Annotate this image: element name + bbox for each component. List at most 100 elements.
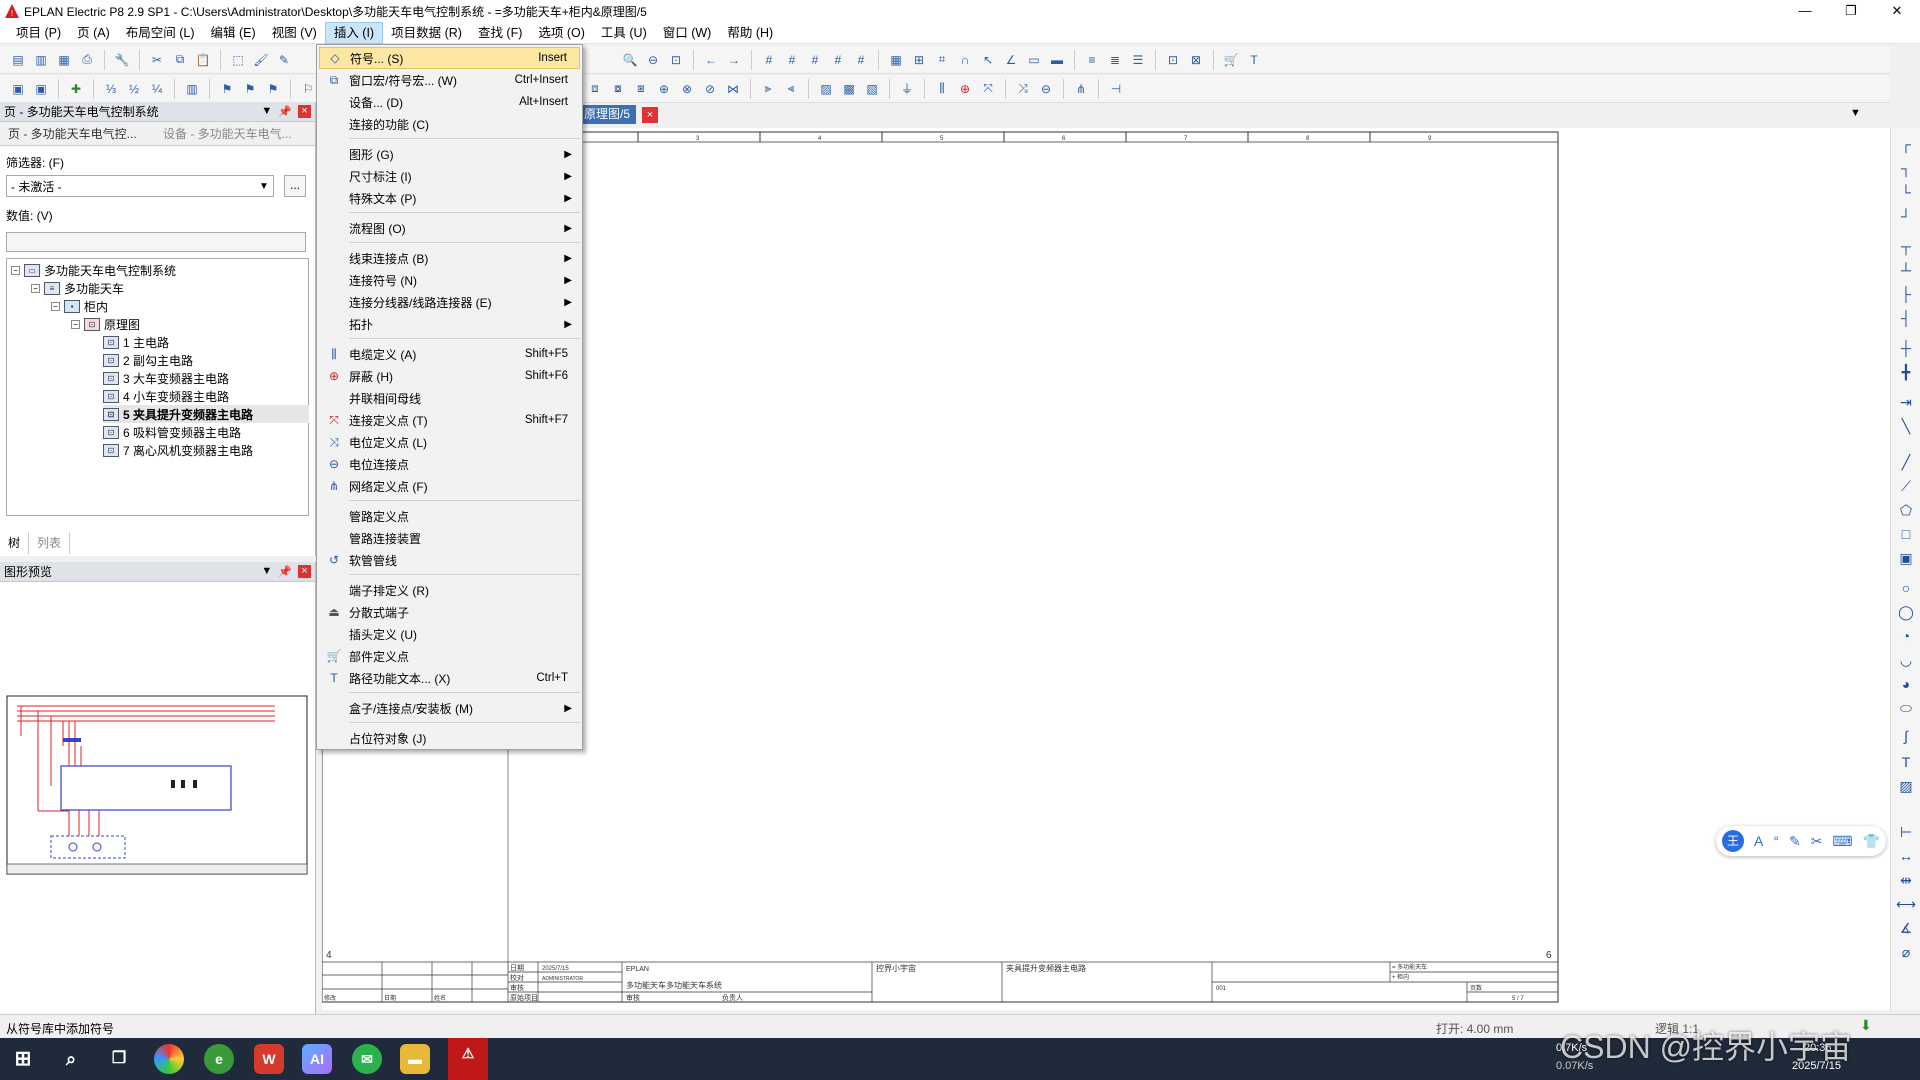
rectangle-icon[interactable]: ▬ (1047, 50, 1067, 70)
menu-item-hose[interactable]: ↺ 软管管线 (319, 549, 580, 571)
magnet-icon[interactable]: ∩ (955, 50, 975, 70)
close-window-button[interactable]: ✕ (1874, 0, 1920, 22)
menu-item-box-mounting-panel[interactable]: 盒子/连接点/安装板 (M) ▶ (319, 697, 580, 719)
plus-green-icon[interactable]: ✚ (66, 79, 86, 99)
lines-c-icon[interactable]: ☰ (1128, 50, 1148, 70)
tee-right-icon[interactable]: ├ (1896, 284, 1916, 304)
menu-item-topology[interactable]: 拓扑 ▶ (319, 313, 580, 335)
tee-down-icon[interactable]: ┬ (1896, 236, 1916, 256)
terminal-b-icon[interactable]: ⧇ (608, 79, 628, 99)
tab-pages[interactable]: 页 - 多功能天车电气控... (0, 122, 155, 145)
spline-icon[interactable]: ∫ (1896, 726, 1916, 746)
menu-item-harness-point[interactable]: 线束连接点 (B) ▶ (319, 247, 580, 269)
tree-item[interactable]: ⊡ 3 大车变频器主电路 (103, 369, 229, 387)
menu-item-network-definition[interactable]: ⋔ 网络定义点 (F) (319, 475, 580, 497)
menu-item-distributed-terminal[interactable]: ⏏ 分散式端子 (319, 601, 580, 623)
pin-icon[interactable]: 📌 (278, 565, 292, 578)
tree-item[interactable]: ⊡ 1 主电路 (103, 333, 169, 351)
screen-b-icon[interactable]: ▣ (31, 79, 51, 99)
angle-icon[interactable]: ∠ (1001, 50, 1021, 70)
terminal-a-icon[interactable]: ⧈ (585, 79, 605, 99)
new-project-icon[interactable]: ▤ (8, 50, 28, 70)
menu-item-placeholder-object[interactable]: 占位符对象 (J) (319, 727, 580, 749)
menu-item-splitter[interactable]: 连接分线器/线路连接器 (E) ▶ (319, 291, 580, 313)
grid-icon[interactable]: ▦ (886, 50, 906, 70)
frame-icon[interactable]: ▭ (1024, 50, 1044, 70)
lines-b-icon[interactable]: ≣ (1105, 50, 1125, 70)
hatch-b-icon[interactable]: ▩ (839, 79, 859, 99)
filter-more-button[interactable]: ... (284, 175, 306, 197)
keyboard-icon[interactable]: ⌨ (1832, 833, 1852, 850)
menu-project[interactable]: 项目 (P) (8, 22, 69, 44)
menu-item-connection-definition[interactable]: ⤧ 连接定义点 (T) Shift+F7 (319, 409, 580, 431)
macro-select-icon[interactable]: ⊠ (1186, 50, 1206, 70)
angle-dimension-icon[interactable]: ∡ (1896, 918, 1916, 938)
flag-d-icon[interactable]: ⚐ (298, 79, 318, 99)
dimension-c-icon[interactable]: ⟷ (1896, 894, 1916, 914)
paste-icon[interactable]: 📋 (193, 50, 213, 70)
hatch-a-icon[interactable]: ▨ (816, 79, 836, 99)
image-frame-icon[interactable]: ▣ (1896, 548, 1916, 568)
dimension-a-icon[interactable]: ↔ (1896, 846, 1916, 866)
circle-3p-icon[interactable]: ◯ (1896, 602, 1916, 622)
ellipse-icon[interactable]: ⬭ (1896, 698, 1916, 718)
menu-insert[interactable]: 插入 (I) (324, 21, 384, 44)
rectangle-icon[interactable]: □ (1896, 524, 1916, 544)
network-toolbar-icon[interactable]: ⋔ (1071, 79, 1091, 99)
menu-view[interactable]: 视图 (V) (264, 22, 325, 44)
close-pane-icon[interactable]: × (298, 565, 311, 578)
line-icon[interactable]: ╱ (1896, 452, 1916, 472)
windows-start-icon[interactable]: ⊞ (8, 1044, 38, 1074)
jump-icon[interactable]: ⇥ (1896, 392, 1916, 412)
bar-chart-icon[interactable]: ▥ (182, 79, 202, 99)
tree-item[interactable]: ⊡ 6 吸料管变频器主电路 (103, 423, 241, 441)
wechat-icon[interactable]: ✉ (352, 1044, 382, 1074)
corner-br-icon[interactable]: ┘ (1896, 206, 1916, 226)
grid-e-icon[interactable]: # (851, 50, 871, 70)
chrome-icon[interactable] (154, 1044, 184, 1074)
arc-3p-icon[interactable]: ◡ (1896, 650, 1916, 670)
corner-tl-icon[interactable]: ┌ (1896, 134, 1916, 154)
polygon-icon[interactable]: ⬠ (1896, 500, 1916, 520)
font-icon[interactable]: A (1754, 833, 1763, 849)
back-arrow-icon[interactable]: ← (701, 50, 721, 70)
tab-list[interactable]: 列表 (29, 532, 71, 554)
collapse-icon[interactable]: − (11, 265, 20, 275)
copy-icon[interactable]: ⧉ (170, 50, 190, 70)
open-project-icon[interactable]: ▥ (31, 50, 51, 70)
tree-item[interactable]: − ▭ 多功能天车电气控制系统 (11, 261, 176, 279)
menu-item-terminal-strip[interactable]: 端子排定义 (R) (319, 579, 580, 601)
ground-icon[interactable]: ⏚ (897, 79, 917, 99)
browser-e-icon[interactable]: e (204, 1044, 234, 1074)
scissors-icon[interactable]: ✂ (1811, 833, 1823, 850)
pointer-icon[interactable]: ↖ (978, 50, 998, 70)
zoom-in-icon[interactable]: 🔍 (620, 50, 640, 70)
collapse-icon[interactable]: − (51, 301, 60, 311)
wps-icon[interactable]: W (254, 1044, 284, 1074)
menu-help[interactable]: 帮助 (H) (719, 22, 781, 44)
menu-item-parallel-busbar[interactable]: 并联相间母线 (319, 387, 580, 409)
sector-icon[interactable]: ◕ (1896, 674, 1916, 694)
hatch-c-icon[interactable]: ▧ (862, 79, 882, 99)
print-icon[interactable]: ⎙ (77, 50, 97, 70)
menu-item-potential-definition[interactable]: ⤨ 电位定义点 (L) (319, 431, 580, 453)
potential-connect-toolbar-icon[interactable]: ⊖ (1036, 79, 1056, 99)
tree-item[interactable]: ⊡ 4 小车变频器主电路 (103, 387, 229, 405)
numbering-c-icon[interactable]: ¼ (147, 79, 167, 99)
grid-a-icon[interactable]: # (759, 50, 779, 70)
page-icon[interactable]: ▦ (54, 50, 74, 70)
close-tab-icon[interactable]: × (642, 107, 658, 123)
menu-tools[interactable]: 工具 (U) (593, 22, 655, 44)
tab-list-dropdown-icon[interactable]: ▼ (1850, 107, 1861, 119)
menu-project-data[interactable]: 项目数据 (R) (383, 22, 470, 44)
filter-select[interactable]: - 未激活 - ▼ (6, 175, 274, 197)
grid-c-icon[interactable]: # (805, 50, 825, 70)
tree-item[interactable]: ⊡ 2 副勾主电路 (103, 351, 193, 369)
menu-item-dimension[interactable]: 尺寸标注 (I) ▶ (319, 165, 580, 187)
pen-icon[interactable]: ✎ (1789, 833, 1801, 850)
tree-item[interactable]: − ⊡ 原理图 (71, 315, 140, 333)
task-view-icon[interactable]: ❐ (104, 1044, 134, 1074)
cross-a-icon[interactable]: ┼ (1896, 338, 1916, 358)
tree-item[interactable]: − ≡ 多功能天车 (31, 279, 124, 297)
tab-devices[interactable]: 设备 - 多功能天车电气... (155, 122, 310, 145)
